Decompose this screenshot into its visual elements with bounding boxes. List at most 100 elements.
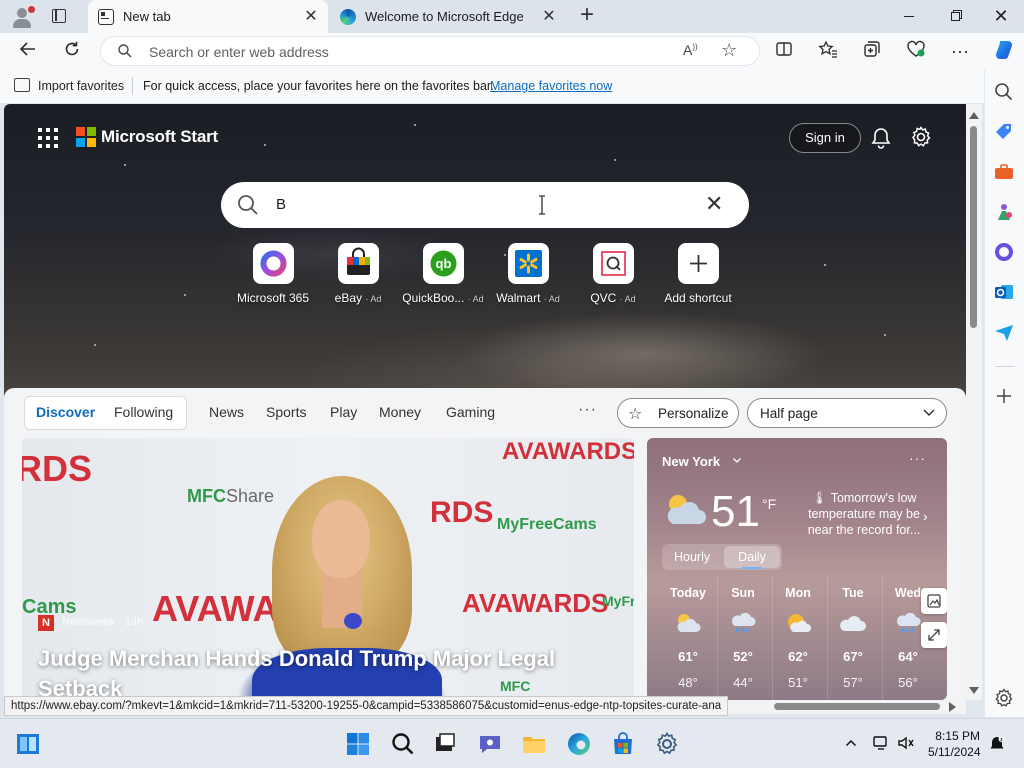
vertical-scrollbar[interactable] [966,104,982,700]
split-screen-icon[interactable] [772,40,796,62]
microsoft-store-icon[interactable] [610,731,636,757]
import-icon[interactable] [14,78,30,92]
teams-chat-icon[interactable] [477,731,503,757]
tab-sports[interactable]: Sports [266,404,306,420]
shortcut-microsoft-365[interactable]: Microsoft 365 [230,243,316,305]
windows-start-icon[interactable] [345,731,371,757]
page-settings-gear-icon[interactable] [909,125,933,149]
read-aloud-icon[interactable]: A)) [683,42,698,58]
shortcut-ebay[interactable]: eBay · Ad [315,243,401,305]
sidebar-settings-gear-icon[interactable] [993,687,1015,709]
expand-icon[interactable] [921,622,947,648]
send-drop-icon[interactable] [993,321,1015,343]
news-headline[interactable]: Judge Merchan Hands Donald Trump Major L… [38,644,608,700]
forecast-day[interactable]: Today 61° 48° [663,586,713,690]
app-launcher-icon[interactable] [38,128,58,148]
scroll-thumb[interactable] [774,703,940,710]
taskbar-search-icon[interactable] [390,731,416,757]
shopping-tag-icon[interactable] [993,121,1015,143]
forecast-day[interactable]: Mon 62° 51° [773,586,823,690]
widgets-icon[interactable] [15,731,41,757]
search-icon[interactable] [993,81,1015,103]
tab-following[interactable]: Following [114,404,173,420]
toggle-daily[interactable]: Daily [724,546,780,569]
temperature-unit[interactable]: °F [762,496,776,512]
tab-news[interactable]: News [209,404,244,420]
close-tab-icon[interactable]: ✕ [540,8,558,26]
address-bar[interactable]: Search or enter web address A)) ☆ [100,36,760,66]
forecast-day[interactable]: Sun 52° 44° [718,586,768,690]
settings-more-icon[interactable]: ··· [948,40,972,62]
collections-icon[interactable] [860,40,884,62]
minimize-button[interactable] [886,0,932,32]
plus-icon [677,243,719,284]
forecast-toggle: Hourly Daily [662,544,782,570]
microsoft-365-icon[interactable] [993,241,1015,263]
task-view-icon[interactable] [432,731,458,757]
volume-muted-icon[interactable] [897,734,915,752]
add-shortcut-button[interactable]: Add shortcut [655,243,741,305]
settings-gear-icon[interactable] [654,731,680,757]
shortcut-qvc[interactable]: QVC · Ad [570,243,656,305]
network-icon[interactable] [872,734,890,752]
add-sidebar-app-icon[interactable] [993,385,1015,407]
profile-icon[interactable] [8,4,36,30]
weather-card[interactable]: New York ··· 51 °F 🌡 Tomorrow's low temp… [647,438,947,700]
import-favorites-button[interactable]: Import favorites [38,79,124,93]
tab-new-tab[interactable]: New tab ✕ [88,0,328,33]
forecast-low: 57° [843,675,863,690]
layout-dropdown[interactable]: Half page [747,398,947,428]
weather-alert[interactable]: 🌡 Tomorrow's low temperature may be near… [799,490,929,538]
shortcut-quickbooks[interactable]: qb QuickBoo... · Ad [400,243,486,305]
clock-time: 8:15 PM [935,729,980,743]
copilot-icon[interactable] [993,39,1015,61]
tools-briefcase-icon[interactable] [993,161,1015,183]
notifications-bell-icon[interactable] [870,126,892,150]
tab-welcome-edge[interactable]: Welcome to Microsoft Edge ✕ [330,0,566,33]
tab-strip: New tab ✕ Welcome to Microsoft Edge ✕ + … [0,0,1024,33]
browser-essentials-icon[interactable] [904,40,928,62]
tab-play[interactable]: Play [330,404,357,420]
chevron-right-icon[interactable]: › [923,508,928,524]
toggle-hourly[interactable]: Hourly [674,550,710,564]
games-icon[interactable] [993,201,1015,223]
more-categories-button[interactable]: ··· [578,401,597,419]
manage-favorites-link[interactable]: Manage favorites now [490,79,612,93]
weather-location[interactable]: New York [662,454,720,469]
chevron-down-icon[interactable] [732,455,742,465]
new-tab-button[interactable]: + [576,3,598,27]
open-image-icon[interactable] [921,588,947,614]
tab-actions-icon[interactable] [48,6,70,26]
favorite-star-icon[interactable]: ☆ [721,40,737,61]
scroll-thumb[interactable] [970,126,977,328]
news-photo-person [344,613,362,629]
search-input[interactable]: B [276,196,286,213]
scroll-up-arrow-icon[interactable] [969,112,979,119]
brand-title[interactable]: Microsoft Start [101,127,218,147]
favorites-icon[interactable] [816,40,840,62]
forecast-day[interactable]: Tue 67° 57° [828,586,878,690]
system-clock[interactable]: 8:15 PM 5/11/2024 [928,728,981,760]
news-card[interactable]: RDS MFCShare RDS MyFreeCams AVAWARDS Cam… [22,438,634,700]
scroll-down-arrow-icon[interactable] [969,687,979,694]
shortcut-walmart[interactable]: Walmart · Ad [485,243,571,305]
sign-in-button[interactable]: Sign in [789,123,861,153]
tab-money[interactable]: Money [379,404,421,420]
personalize-button[interactable]: ☆ Personalize [617,398,739,428]
tab-discover[interactable]: Discover [36,404,95,420]
tab-gaming[interactable]: Gaming [446,404,495,420]
refresh-icon[interactable] [60,40,84,62]
scroll-right-arrow-icon[interactable] [949,702,956,712]
outlook-icon[interactable] [993,281,1015,303]
clear-search-icon[interactable]: ✕ [705,193,723,215]
close-tab-icon[interactable]: ✕ [302,8,320,26]
back-icon[interactable] [16,40,40,62]
show-hidden-icons-chevron-up-icon[interactable] [845,737,857,749]
edge-taskbar-icon[interactable] [566,731,592,757]
web-search-box[interactable]: B ✕ [221,182,749,228]
window-close-button[interactable]: ✕ [978,0,1024,32]
weather-more-icon[interactable]: ··· [909,450,926,466]
notification-bell-icon[interactable]: z [988,735,1006,753]
file-explorer-icon[interactable] [521,731,547,757]
restore-button[interactable] [932,0,978,32]
